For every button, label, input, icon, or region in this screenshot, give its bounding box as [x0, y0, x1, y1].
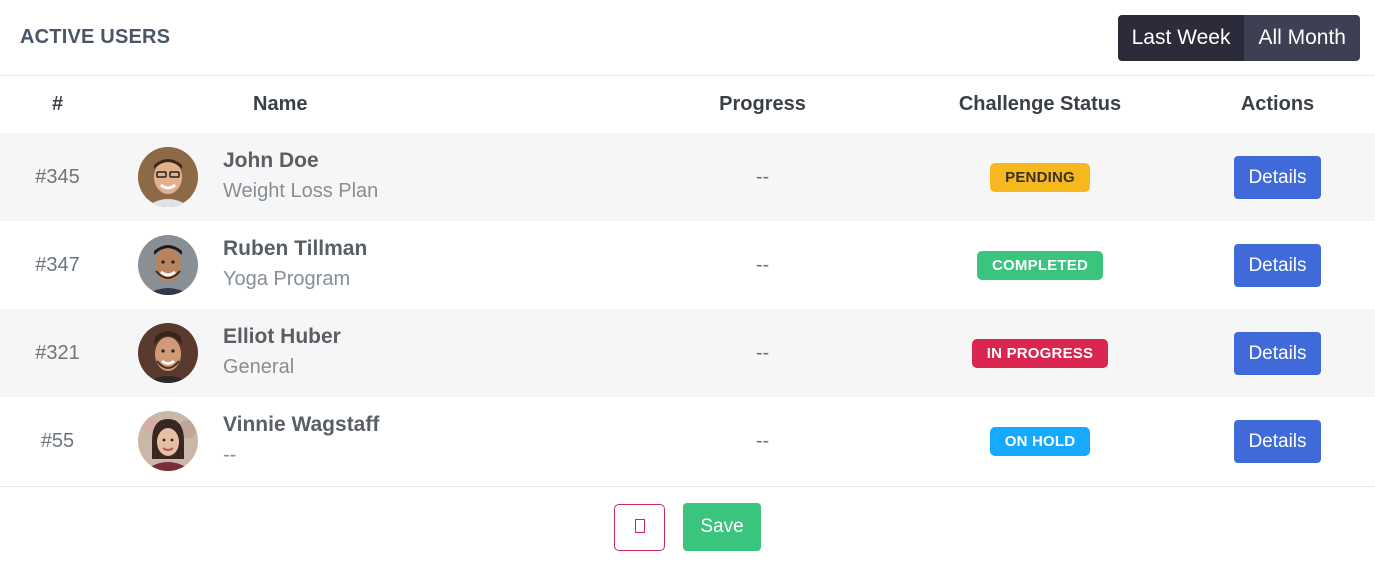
progress-value: -- — [755, 165, 770, 188]
all-month-button[interactable]: All Month — [1244, 14, 1360, 61]
delete-button[interactable] — [614, 503, 665, 551]
user-plan: Yoga Program — [223, 268, 351, 290]
save-button[interactable]: Save — [683, 503, 761, 551]
table-row: #345 John Doe Weight Loss Plan -- PENDIN… — [0, 133, 1375, 221]
avatar — [138, 323, 198, 383]
column-header-actions: Actions — [1240, 93, 1315, 115]
actions-cell: Details — [1180, 397, 1375, 485]
trash-icon — [634, 518, 645, 536]
status-badge: PENDING — [990, 162, 1090, 192]
details-button[interactable]: Details — [1234, 155, 1321, 199]
user-id: #347 — [35, 253, 80, 276]
user-name: Elliot Huber — [223, 325, 341, 348]
column-header-id: # — [51, 93, 64, 115]
progress-value: -- — [755, 253, 770, 276]
avatar — [138, 147, 198, 207]
status-badge: COMPLETED — [977, 250, 1103, 280]
status-cell: PENDING — [900, 133, 1180, 221]
column-header-progress: Progress — [719, 93, 806, 115]
user-id: #321 — [35, 341, 80, 364]
last-week-button[interactable]: Last Week — [1117, 14, 1245, 61]
user-name: Vinnie Wagstaff — [223, 413, 380, 436]
user-name: Ruben Tillman — [223, 237, 368, 260]
status-badge: IN PROGRESS — [971, 338, 1109, 368]
user-id: #55 — [40, 429, 75, 452]
user-name: John Doe — [223, 149, 319, 172]
status-badge: ON HOLD — [989, 426, 1091, 456]
user-id: #345 — [35, 165, 80, 188]
user-cell: John Doe Weight Loss Plan — [115, 133, 625, 221]
actions-cell: Details — [1180, 133, 1375, 221]
progress-value: -- — [755, 429, 770, 452]
user-plan: General — [223, 356, 295, 378]
details-button[interactable]: Details — [1234, 243, 1321, 287]
avatar — [138, 411, 198, 471]
user-plan: Weight Loss Plan — [223, 180, 379, 202]
table-header-row: # Name Progress Challenge Status Actions — [0, 76, 1375, 133]
user-cell: Vinnie Wagstaff -- — [115, 397, 625, 485]
table-row: #347 Ruben Tillman Yoga Program -- COMPL… — [0, 221, 1375, 309]
card-footer: Save — [0, 486, 1375, 567]
details-button[interactable]: Details — [1234, 419, 1321, 463]
details-button[interactable]: Details — [1234, 331, 1321, 375]
column-header-name: Name — [253, 93, 308, 115]
progress-value: -- — [755, 341, 770, 364]
actions-cell: Details — [1180, 309, 1375, 397]
user-cell: Elliot Huber General — [115, 309, 625, 397]
active-users-card: ACTIVE USERS Last Week All Month # Name … — [0, 0, 1375, 567]
status-cell: ON HOLD — [900, 397, 1180, 485]
status-cell: IN PROGRESS — [900, 309, 1180, 397]
users-table: # Name Progress Challenge Status Actions… — [0, 76, 1375, 485]
user-cell: Ruben Tillman Yoga Program — [115, 221, 625, 309]
table-row: #321 Elliot Huber General -- IN PROGRESS… — [0, 309, 1375, 397]
user-plan: -- — [223, 444, 237, 466]
card-header: ACTIVE USERS Last Week All Month — [0, 0, 1375, 76]
table-row: #55 Vinnie Wagstaff -- -- ON HOLD Detail… — [0, 397, 1375, 485]
avatar — [138, 235, 198, 295]
status-cell: COMPLETED — [900, 221, 1180, 309]
time-range-toggle: Last Week All Month — [1117, 14, 1360, 61]
card-title: ACTIVE USERS — [20, 26, 171, 48]
column-header-status: Challenge Status — [958, 93, 1122, 115]
actions-cell: Details — [1180, 221, 1375, 309]
